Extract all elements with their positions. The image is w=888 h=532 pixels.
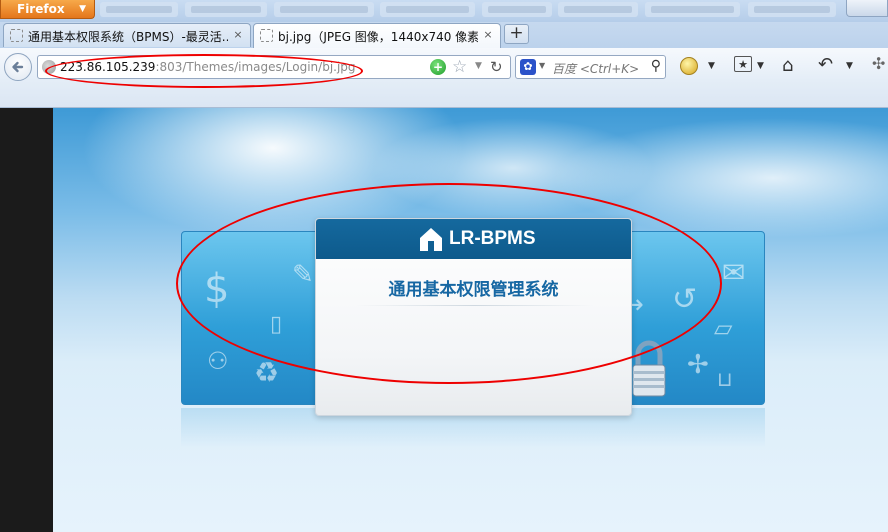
minimize-button[interactable] (846, 0, 888, 17)
bookmarks-icon[interactable]: ★ (734, 56, 752, 72)
annotation-ellipse-banner (176, 183, 722, 384)
go-icon[interactable]: + (430, 59, 446, 75)
page-favicon-icon (10, 29, 23, 42)
undo-icon[interactable]: ↶ (818, 54, 833, 75)
image-background-edge (0, 108, 53, 532)
page-favicon-icon (260, 29, 273, 42)
toolbar-overflow-icon[interactable]: ✣ (872, 54, 885, 73)
chevron-down-icon[interactable]: ▼ (539, 61, 545, 70)
tab-bpms[interactable]: 通用基本权限系统（BPMS）-最灵活... × (3, 23, 251, 47)
tab-title: bj.jpg（JPEG 图像，1440x740 像素... (278, 30, 478, 44)
dropdown-icon[interactable]: ▼ (475, 61, 482, 71)
back-button[interactable] (4, 53, 32, 81)
taskbar-tab (100, 2, 178, 17)
menu-dropdown-icon[interactable]: ▼ (846, 61, 853, 71)
taskbar-tab (645, 2, 740, 17)
document-icon: ▱ (714, 314, 733, 342)
wind-turbine-icon: ✢ (687, 350, 709, 380)
taskbar-tab (482, 2, 552, 17)
mail-icon: ✉ (722, 256, 746, 289)
annotation-ellipse-url (45, 54, 363, 88)
firefox-menu-button[interactable]: Firefox ▼ (0, 0, 95, 19)
firefox-button-label: Firefox (17, 2, 65, 16)
home-icon[interactable]: ⌂ (782, 55, 793, 76)
bookmark-star-icon[interactable]: ☆ (452, 57, 467, 77)
addon-icon[interactable] (680, 57, 698, 75)
taskbar-tab (185, 2, 267, 17)
chevron-down-icon: ▼ (79, 4, 86, 14)
search-placeholder: 百度 <Ctrl+K> (552, 62, 640, 76)
back-icon (12, 61, 24, 73)
close-icon[interactable]: × (481, 28, 495, 42)
new-tab-button[interactable]: + (504, 24, 529, 44)
tab-title: 通用基本权限系统（BPMS）-最灵活... (28, 30, 228, 44)
taskbar-tab (274, 2, 374, 17)
magnifier-icon[interactable]: ⚲ (651, 58, 661, 74)
menu-dropdown-icon[interactable]: ▼ (757, 61, 764, 71)
tab-strip: 通用基本权限系统（BPMS）-最灵活... × bj.jpg（JPEG 图像，1… (0, 22, 888, 48)
reload-icon[interactable]: ↻ (490, 58, 503, 76)
taskbar-tab (380, 2, 475, 17)
search-engine-icon[interactable]: ✿ (520, 59, 536, 75)
taskbar-tab (748, 2, 836, 17)
taskbar-tab (558, 2, 638, 17)
tab-bj-jpg[interactable]: bj.jpg（JPEG 图像，1440x740 像素... × (253, 23, 501, 48)
menu-dropdown-icon[interactable]: ▼ (708, 61, 715, 71)
people-icon: ⚇ (207, 347, 229, 375)
cart-icon: ⊔ (717, 367, 733, 391)
search-box[interactable]: ✿ ▼ 百度 <Ctrl+K> ⚲ (515, 55, 666, 79)
close-icon[interactable]: × (231, 28, 245, 42)
window-titlebar: Firefox ▼ (0, 0, 888, 22)
